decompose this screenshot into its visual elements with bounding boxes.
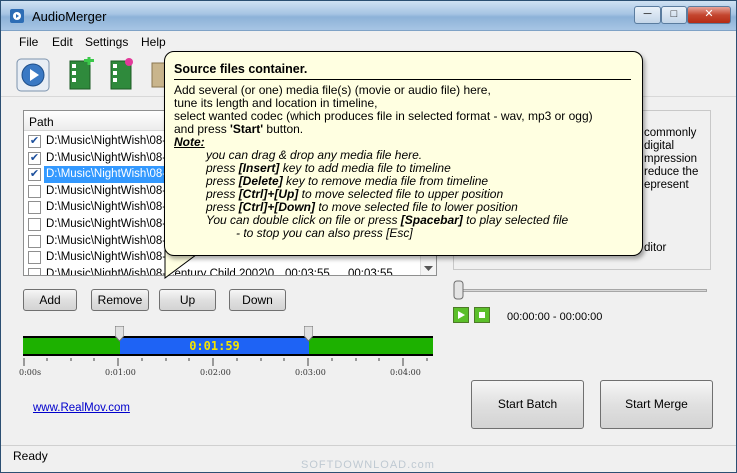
- tooltip-divider: [174, 79, 631, 80]
- file-start-time: 00:03:55: [285, 267, 330, 276]
- file-checkbox[interactable]: [28, 251, 41, 265]
- codec-description: commonly digital mpression reduce the ep…: [644, 127, 712, 192]
- help-tooltip: Source files container. Add several (or …: [164, 51, 643, 256]
- check-icon: ✔: [29, 151, 40, 164]
- timeline[interactable]: 0:01:59 0:00s 0:01:00 0:02:00 0:03:00 0:…: [19, 326, 435, 386]
- preview-player: 00:00:00 - 00:00:00: [453, 280, 711, 330]
- app-window: AudioMerger ─ □ ✕ File Edit Settings Hel…: [0, 0, 737, 473]
- check-icon: ✔: [29, 135, 40, 147]
- website-link[interactable]: www.RealMov.com: [33, 402, 130, 414]
- player-time: 00:00:00 - 00:00:00: [507, 311, 603, 323]
- file-checkbox[interactable]: ✔: [28, 135, 41, 148]
- check-icon: ✔: [29, 168, 40, 181]
- menu-edit[interactable]: Edit: [52, 35, 73, 49]
- tooltip-bold: [Delete]: [238, 174, 283, 188]
- timeline-tick-label: 0:04:00: [390, 368, 421, 377]
- tooltip-bold: [Insert]: [238, 161, 280, 175]
- codec-desc-line: digital: [644, 140, 675, 152]
- tooltip-start-line: and press 'Start' button.: [174, 123, 593, 136]
- timeline-ticks: [23, 358, 428, 366]
- codec-desc-line: mpression: [644, 153, 698, 165]
- timeline-tick-label: 0:02:00: [200, 368, 231, 377]
- timeline-start-handle[interactable]: [115, 326, 124, 342]
- tooltip-bold: [Spacebar]: [400, 213, 463, 227]
- tooltip-text: press: [206, 187, 239, 201]
- seek-thumb[interactable]: [453, 280, 464, 300]
- menu-file[interactable]: File: [19, 35, 38, 49]
- start-batch-button[interactable]: Start Batch: [471, 380, 584, 429]
- file-checkbox[interactable]: ✔: [28, 168, 41, 182]
- tooltip-bold: [Ctrl]+[Up]: [238, 187, 299, 201]
- minimize-button[interactable]: ─: [634, 6, 661, 24]
- play-button[interactable]: [453, 307, 469, 323]
- file-checkbox[interactable]: ✔: [28, 151, 41, 165]
- stop-icon: [479, 312, 485, 318]
- tooltip-title: Source files container.: [174, 62, 308, 76]
- timeline-tick-label: 0:03:00: [295, 368, 326, 377]
- app-icon: [10, 9, 24, 23]
- file-checkbox[interactable]: [28, 267, 41, 275]
- minimize-icon: ─: [643, 8, 652, 20]
- down-button[interactable]: Down: [229, 289, 286, 311]
- file-checkbox[interactable]: [28, 234, 41, 248]
- file-list-row[interactable]: D:\Music\NightWish\08-Century Child 2002…: [24, 266, 424, 276]
- codec-desc-line: commonly: [644, 127, 697, 139]
- tooltip-body: Add several (or one) media file(s) (movi…: [174, 84, 593, 240]
- menu-bar: File Edit Settings Help: [1, 32, 736, 52]
- status-text: Ready: [13, 449, 48, 463]
- watermark-text: SOFTDOWNLOAD.com: [301, 459, 435, 471]
- timeline-time: 0:01:59: [189, 339, 240, 353]
- file-end-time: 00:03:55: [348, 267, 393, 276]
- tooltip-text: key to add media file to timeline: [279, 161, 451, 175]
- timeline-tick-label: 0:01:00: [105, 368, 136, 377]
- menu-help[interactable]: Help: [141, 35, 166, 49]
- tooltip-text: key to remove media file from timeline: [282, 174, 489, 188]
- tooltip-bold: 'Start': [230, 122, 264, 136]
- maximize-button[interactable]: □: [661, 6, 687, 24]
- tooltip-text: You can double click on file or press: [206, 213, 401, 227]
- up-button[interactable]: Up: [159, 289, 216, 311]
- tooltip-note-line: - to stop you can also press [Esc]: [236, 226, 413, 240]
- close-icon: ✕: [704, 8, 714, 20]
- file-checkbox[interactable]: [28, 201, 41, 215]
- stop-button[interactable]: [474, 307, 490, 323]
- window-title: AudioMerger: [32, 9, 107, 24]
- editor-label[interactable]: ditor: [644, 242, 710, 254]
- play-toolbar-button[interactable]: [15, 57, 51, 93]
- add-button[interactable]: Add: [23, 289, 77, 311]
- tooltip-text: press: [206, 161, 239, 175]
- add-folder-toolbar-button[interactable]: [103, 57, 139, 93]
- codec-desc-line: reduce the: [644, 166, 699, 178]
- remove-button[interactable]: Remove: [91, 289, 149, 311]
- timeline-tick-label: 0:00s: [19, 368, 42, 377]
- tooltip-text: press: [206, 174, 239, 188]
- tooltip-text: you can drag & drop any media file here.: [206, 148, 423, 162]
- timeline-end-handle[interactable]: [304, 326, 313, 342]
- file-checkbox[interactable]: [28, 184, 41, 198]
- tooltip-text: button.: [263, 122, 304, 136]
- start-merge-button[interactable]: Start Merge: [600, 380, 713, 429]
- file-checkbox[interactable]: [28, 218, 41, 231]
- tooltip-text: press: [206, 200, 239, 214]
- maximize-icon: □: [670, 8, 678, 20]
- title-bar[interactable]: AudioMerger ─ □ ✕: [1, 1, 736, 31]
- play-icon: [458, 311, 465, 319]
- tooltip-text: to move selected file to upper position: [298, 187, 504, 201]
- close-button[interactable]: ✕: [687, 6, 731, 24]
- menu-settings[interactable]: Settings: [85, 35, 128, 49]
- codec-desc-line: epresent: [644, 179, 689, 191]
- tooltip-text: and press: [174, 122, 231, 136]
- path-column-header[interactable]: Path: [29, 115, 54, 129]
- add-file-toolbar-button[interactable]: [62, 57, 98, 93]
- seek-track[interactable]: [457, 289, 707, 292]
- tooltip-text: to move selected file to lower position: [315, 200, 518, 214]
- tooltip-bold: [Ctrl]+[Down]: [238, 200, 316, 214]
- tooltip-text: to play selected file: [462, 213, 569, 227]
- scroll-down-icon[interactable]: [424, 266, 433, 272]
